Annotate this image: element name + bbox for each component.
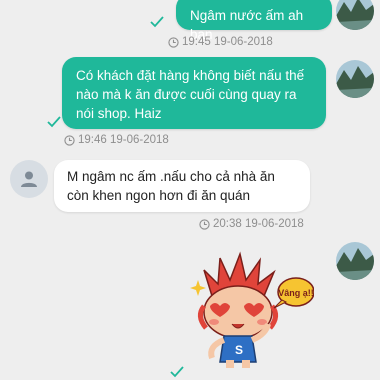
clock-icon	[199, 218, 210, 230]
check-icon	[170, 366, 184, 378]
sender-avatar[interactable]	[336, 242, 374, 280]
message-timestamp: 19:46 19-06-2018	[64, 134, 169, 146]
clock-icon	[168, 36, 179, 48]
clock-icon	[64, 134, 75, 146]
message-timestamp: 19:45 19-06-2018	[168, 36, 273, 48]
sticker-message[interactable]: S Vâng ạ!!	[190, 250, 315, 372]
person-icon	[21, 171, 37, 187]
contact-avatar[interactable]	[10, 160, 48, 198]
outgoing-message-bubble[interactable]: Có khách đặt hàng không biết nấu thế nào…	[62, 57, 326, 129]
message-text: Có khách đặt hàng không biết nấu thế nào…	[76, 68, 305, 121]
incoming-message-bubble[interactable]: M ngâm nc ấm .nấu cho cả nhà ăn còn khen…	[54, 160, 310, 212]
sender-avatar[interactable]	[336, 0, 374, 30]
outgoing-message-bubble[interactable]: Ngâm nước ấm ah bạn	[176, 0, 332, 42]
message-text: M ngâm nc ấm .nấu cho cả nhà ăn còn khen…	[67, 169, 275, 203]
sticker-text: Vâng ạ!!	[278, 288, 314, 298]
sender-avatar[interactable]	[336, 60, 374, 98]
svg-text:S: S	[235, 343, 243, 357]
check-icon	[150, 16, 164, 28]
check-icon	[47, 116, 61, 128]
message-timestamp: 20:38 19-06-2018	[199, 218, 304, 230]
